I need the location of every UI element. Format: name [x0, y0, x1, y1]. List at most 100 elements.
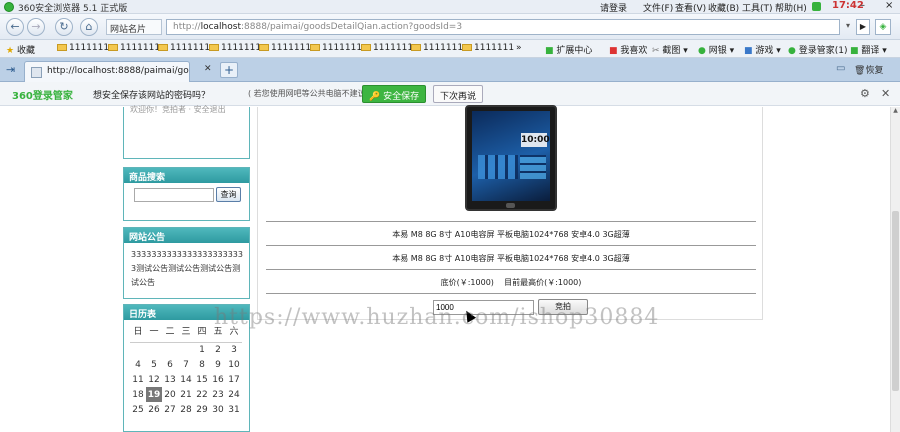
search-button[interactable]: 查询	[216, 187, 241, 202]
like-button[interactable]: ■ 我喜欢	[609, 43, 647, 56]
folder-icon	[361, 44, 371, 51]
close-bar-icon[interactable]: ✕	[881, 87, 890, 100]
settings-gear-icon[interactable]: ⚙	[860, 87, 870, 100]
calendar-day[interactable]: 13	[162, 372, 178, 387]
go-icon[interactable]: ▶	[856, 19, 870, 35]
bank-button[interactable]: ● 网银 ▾	[698, 43, 734, 56]
fav-folder[interactable]: 1111111	[108, 43, 160, 53]
calendar-day[interactable]	[178, 342, 194, 357]
login-link[interactable]: 请登录	[600, 1, 627, 14]
search-input[interactable]	[134, 188, 214, 202]
calendar-day[interactable]: 18	[130, 387, 146, 402]
product-title: 本易 M8 8G 8寸 A10电容屏 平板电脑1024*768 安卓4.0 3G…	[392, 230, 630, 239]
home-icon[interactable]: ⌂	[80, 18, 98, 36]
calendar-day[interactable]: 28	[178, 402, 194, 417]
calendar-day[interactable]: 9	[210, 357, 226, 372]
calendar-day[interactable]: 31	[226, 402, 242, 417]
minimize-icon[interactable]: –	[860, 0, 865, 11]
restore-button[interactable]: 🗑恢复	[854, 63, 883, 76]
back-icon[interactable]: ←	[6, 18, 24, 36]
menu-view[interactable]: 查看(V)	[675, 1, 706, 14]
calendar-day[interactable]: 27	[162, 402, 178, 417]
calendar-day[interactable]: 26	[146, 402, 162, 417]
calendar-day[interactable]: 24	[226, 387, 242, 402]
gamepad-icon: ■	[744, 46, 753, 56]
search-panel: 商品搜索 查询	[123, 167, 250, 221]
calendar-day[interactable]: 14	[178, 372, 194, 387]
favorites-button[interactable]: ★ 收藏	[6, 43, 35, 56]
tablet-widget	[520, 155, 546, 179]
multi-window-icon[interactable]: ▭	[836, 63, 845, 74]
fav-folder[interactable]: 1111111	[158, 43, 210, 53]
fav-more-icon[interactable]: »	[516, 43, 522, 53]
new-tab-icon[interactable]: +	[220, 62, 238, 78]
fav-folder[interactable]: 1111111	[411, 43, 463, 53]
calendar-day[interactable]: 11	[130, 372, 146, 387]
calendar-day[interactable]: 5	[146, 357, 162, 372]
url-input[interactable]: http://localhost:8888/paimai/goodsDetail…	[166, 19, 840, 35]
calendar-day[interactable]: 22	[194, 387, 210, 402]
login-manager-brand: 360登录管家	[12, 91, 73, 102]
calendar-day[interactable]	[146, 342, 162, 357]
scroll-thumb[interactable]	[892, 211, 899, 391]
fav-folder[interactable]: 1111111	[310, 43, 362, 53]
fav-folder[interactable]: 1111111	[361, 43, 413, 53]
scissors-icon: ✂	[652, 46, 660, 56]
fav-folder[interactable]: 1111111	[57, 43, 109, 53]
close-tab-icon[interactable]: ✕	[204, 64, 212, 74]
forward-icon[interactable]: →	[27, 18, 45, 36]
calendar-day[interactable]: 10	[226, 357, 242, 372]
later-button[interactable]: 下次再说	[433, 85, 484, 103]
sidebar-toggle-icon[interactable]: ⇥	[6, 63, 20, 76]
fav-folder[interactable]: 1111111	[462, 43, 514, 53]
calendar-day[interactable]: 16	[210, 372, 226, 387]
calendar-day[interactable]: 12	[146, 372, 162, 387]
calendar-day[interactable]: 15	[194, 372, 210, 387]
tab-active[interactable]: http://localhost:8888/paimai/go...	[24, 61, 190, 82]
refresh-icon[interactable]: ↻	[55, 18, 73, 36]
folder-icon	[259, 44, 269, 51]
calendar-day-today[interactable]: 19	[146, 387, 162, 402]
calendar-day[interactable]	[130, 342, 146, 357]
calendar-day[interactable]: 7	[178, 357, 194, 372]
games-button[interactable]: ■ 游戏 ▾	[744, 43, 781, 56]
calendar-day[interactable]: 29	[194, 402, 210, 417]
calendar-day[interactable]: 21	[178, 387, 194, 402]
extension-center-button[interactable]: ■ 扩展中心	[545, 43, 592, 56]
login-manager-button[interactable]: ● 登录管家(1)	[788, 43, 847, 56]
screenshot-button[interactable]: ✂ 截图 ▾	[652, 43, 688, 56]
calendar-day[interactable]: 30	[210, 402, 226, 417]
calendar-day[interactable]: 17	[226, 372, 242, 387]
shield-icon[interactable]	[812, 2, 821, 11]
menu-file[interactable]: 文件(F)	[643, 1, 673, 14]
tablet-screen: 10:00	[472, 111, 550, 201]
calendar-day[interactable]: 23	[210, 387, 226, 402]
scroll-up-icon[interactable]: ▲	[891, 107, 900, 117]
site-card-button[interactable]: 网站名片	[106, 19, 162, 35]
folder-icon	[108, 44, 118, 51]
calendar-day[interactable]: 20	[162, 387, 178, 402]
calendar-day[interactable]: 1	[194, 342, 210, 357]
calendar-day[interactable]: 4	[130, 357, 146, 372]
menu-tools[interactable]: 工具(T)	[742, 1, 773, 14]
product-detail-panel: 10:00 本易 M8 8G 8寸 A10电容屏 平板电脑1024*768 安卓…	[257, 105, 763, 320]
menu-favorites[interactable]: 收藏(B)	[708, 1, 739, 14]
calendar-day[interactable]: 25	[130, 402, 146, 417]
translate-button[interactable]: ■ 翻译 ▾	[850, 43, 887, 56]
fav-folder[interactable]: 1111111	[209, 43, 261, 53]
favorites-bar: ★ 收藏 1111111 1111111 1111111 1111111 111…	[0, 40, 900, 58]
calendar-day[interactable]: 6	[162, 357, 178, 372]
calendar-day[interactable]: 2	[210, 342, 226, 357]
security-icon[interactable]: ◈	[875, 19, 891, 35]
divider	[266, 245, 756, 246]
secure-save-button[interactable]: 🔑 安全保存	[362, 85, 427, 103]
calendar-day[interactable]: 3	[226, 342, 242, 357]
vertical-scrollbar[interactable]: ▲	[890, 107, 900, 432]
fav-folder[interactable]: 1111111	[259, 43, 311, 53]
calendar-day[interactable]: 8	[194, 357, 210, 372]
menu-help[interactable]: 帮助(H)	[775, 1, 807, 14]
url-dropdown-icon[interactable]: ▾	[846, 21, 850, 30]
star-icon: ★	[6, 46, 15, 56]
calendar-day[interactable]	[162, 342, 178, 357]
close-window-icon[interactable]: ×	[885, 0, 893, 11]
